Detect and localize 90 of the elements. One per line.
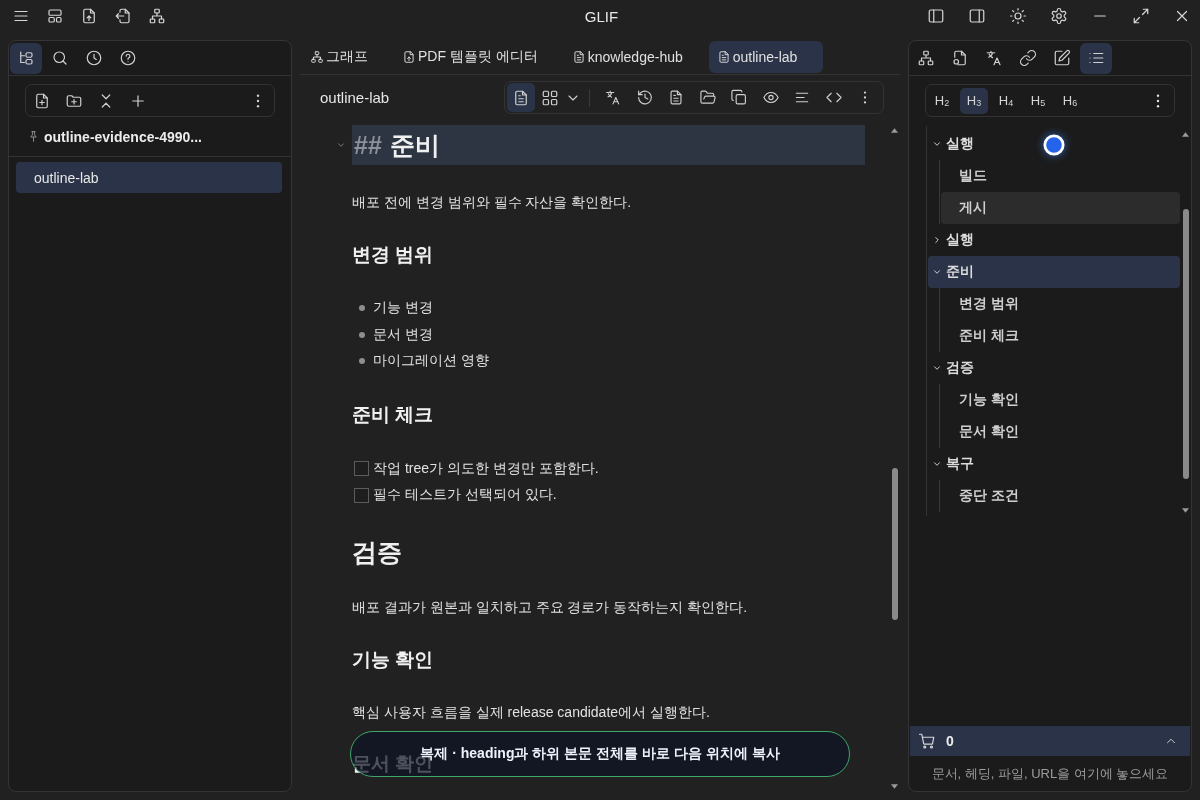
sitemap-icon[interactable] [148, 7, 166, 25]
file-upload-icon[interactable] [80, 7, 98, 25]
file-item[interactable]: outline-lab [16, 162, 282, 193]
heading-level-button[interactable]: H$_{3}$ [960, 87, 988, 114]
document-icon [716, 50, 731, 64]
outline-item[interactable]: 실행 [928, 224, 1180, 256]
file-plus-icon[interactable] [33, 91, 51, 110]
grid-icon [540, 88, 559, 107]
vault-name: outline-evidence-4990... [44, 128, 202, 145]
heading-level-button[interactable]: H$_{6}$ [1056, 87, 1084, 114]
scroll-up-icon[interactable] [1182, 132, 1189, 137]
scroll-down-icon[interactable] [1182, 508, 1189, 513]
heading: 기능 확인 [352, 647, 434, 672]
editor-tab[interactable]: PDF 템플릿 에디터 [394, 41, 564, 73]
sun-icon[interactable] [1009, 7, 1027, 25]
link-icon [1019, 49, 1037, 67]
paragraph: 배포 전에 변경 범위와 필수 자산을 확인한다. [352, 193, 633, 213]
heading-level-button[interactable]: H$_{2}$ [928, 87, 956, 114]
fold-chevron-icon[interactable] [336, 140, 346, 150]
scrollbar-thumb[interactable] [891, 468, 898, 620]
window-title: GLIF [584, 7, 619, 25]
task-text: 작업 tree가 의도한 변경만 포함한다. [373, 459, 599, 478]
heading: 준비 체크 [352, 403, 434, 428]
edit-icon [1053, 49, 1071, 67]
outline-item[interactable]: 문서 확인 [941, 416, 1180, 448]
scrollbar-thumb[interactable] [1182, 209, 1189, 479]
list-item: 마이그레이션 영향 [373, 352, 489, 371]
cart-icon [918, 732, 936, 750]
list-item: 기능 변경 [373, 299, 433, 318]
file-upload-icon [402, 50, 416, 64]
help-icon [119, 49, 137, 67]
sitemap-icon [310, 50, 324, 64]
outline-item[interactable]: 실행 [928, 128, 1180, 160]
scroll-up-icon[interactable] [891, 128, 898, 133]
drop-hint: 문서, 헤딩, 파일, URL을 여기에 놓으세요 [930, 764, 1170, 783]
panel-tab[interactable] [1080, 42, 1112, 74]
checkbox[interactable] [354, 461, 369, 477]
tray-bar[interactable]: 0 [910, 726, 1190, 756]
chevron-down-icon[interactable] [932, 459, 942, 469]
clock-icon [85, 49, 103, 67]
view-mode-button[interactable] [507, 83, 535, 112]
sidebar-right-icon[interactable] [968, 7, 986, 25]
editor-tab[interactable]: 그래프 [302, 41, 394, 73]
outline-item[interactable]: 준비 [928, 256, 1180, 288]
outline-item[interactable]: 빌드 [941, 160, 1180, 192]
settings-icon[interactable] [1050, 7, 1068, 25]
file-tree-icon [17, 49, 35, 67]
heading: 변경 범위 [352, 242, 434, 267]
translate-icon [985, 49, 1003, 67]
file-import-icon[interactable] [114, 7, 132, 25]
bullet-icon [359, 305, 365, 312]
heading-level-button[interactable]: H$_{5}$ [1024, 87, 1052, 114]
sitemap-icon [917, 49, 935, 67]
chevron-down-icon[interactable] [932, 139, 942, 149]
outline-item[interactable]: 변경 범위 [941, 288, 1180, 320]
document-icon [512, 88, 530, 107]
chevron-right-icon[interactable] [932, 235, 942, 245]
panel-tab[interactable] [10, 42, 42, 74]
pin-icon [27, 130, 40, 143]
bullet-icon [359, 358, 365, 365]
paragraph: 핵심 사용자 흐름을 실제 release candidate에서 실행한다. [352, 703, 711, 722]
heading: 검증 [352, 536, 402, 568]
editor-tab[interactable]: knowledge-hub [563, 41, 709, 73]
editor-tab[interactable]: outline-lab [708, 41, 824, 73]
search-icon [51, 49, 69, 67]
list-item: 문서 변경 [373, 325, 433, 344]
heading-level-button[interactable]: H$_{4}$ [992, 87, 1020, 114]
heading-marker: ## [354, 130, 382, 161]
cursor-dot-icon [1043, 134, 1065, 156]
task-text: 필수 테스트가 선택되어 있다. [373, 486, 557, 505]
outline-item[interactable]: 검증 [928, 352, 1180, 384]
chevron-down-icon[interactable] [932, 267, 942, 277]
heading: 준비 [389, 130, 440, 161]
document-title: outline-lab [320, 89, 390, 106]
scroll-down-icon[interactable] [891, 784, 898, 789]
sidebar-left-icon[interactable] [927, 7, 945, 25]
outline-item[interactable]: 중단 조건 [941, 480, 1180, 512]
outline-item[interactable]: 준비 체크 [941, 320, 1180, 352]
layout-icon[interactable] [46, 7, 64, 25]
document-icon [571, 50, 586, 64]
bullet-icon [359, 331, 365, 338]
checkbox[interactable] [354, 487, 369, 503]
chevron-down-icon[interactable] [932, 363, 942, 373]
outline-item[interactable]: 기능 확인 [941, 384, 1180, 416]
paragraph: 배포 결과가 원본과 일치하고 주요 경로가 동작하는지 확인한다. [352, 598, 749, 618]
outline-item[interactable]: 복구 [928, 448, 1180, 480]
tray-count: 0 [946, 733, 954, 749]
file-search-icon [951, 49, 969, 67]
outline-item[interactable]: 게시 [941, 192, 1180, 224]
expand-icon[interactable] [1132, 7, 1150, 25]
